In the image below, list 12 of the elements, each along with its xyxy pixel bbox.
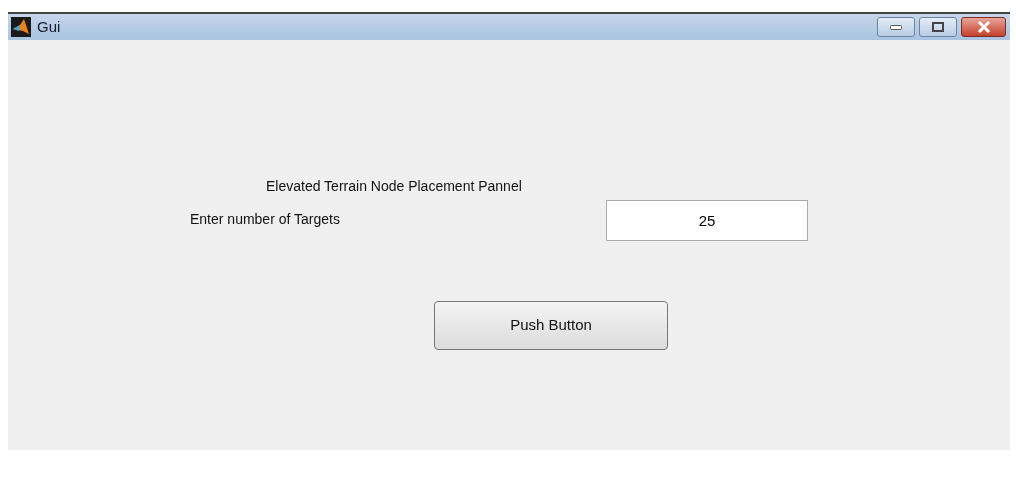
minimize-icon [890, 24, 902, 30]
app-logo-icon [11, 17, 31, 37]
field-label: Enter number of Targets [190, 210, 341, 229]
minimize-button[interactable] [877, 17, 915, 37]
window-title: Gui [37, 16, 61, 37]
push-button[interactable]: Push Button [434, 301, 668, 350]
close-icon [976, 21, 991, 33]
panel-heading: Elevated Terrain Node Placement Pannel [266, 178, 522, 194]
maximize-button[interactable] [919, 17, 957, 37]
close-button[interactable] [961, 17, 1006, 37]
input-field[interactable]: 25 [606, 200, 808, 241]
maximize-icon [932, 22, 944, 32]
